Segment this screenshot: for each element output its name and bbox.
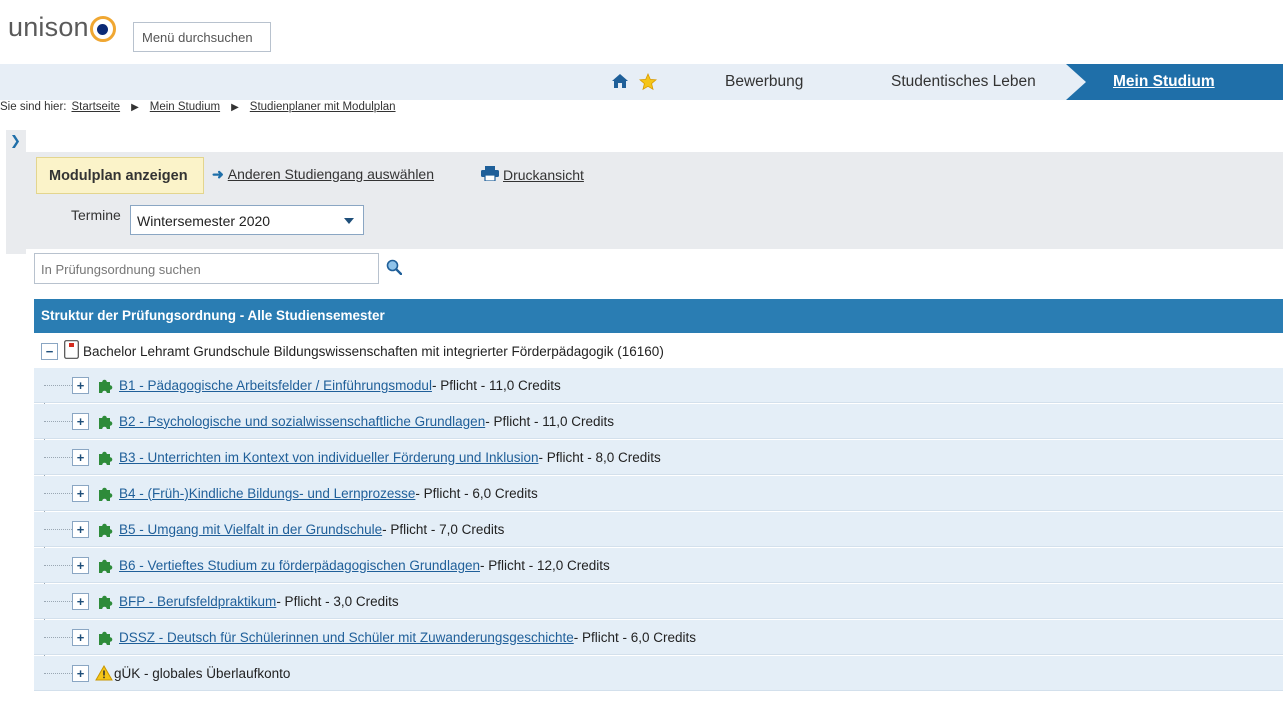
search-icon[interactable] xyxy=(386,259,403,279)
printer-icon xyxy=(481,166,499,184)
expand-icon[interactable]: + xyxy=(72,556,89,574)
expand-icon[interactable]: + xyxy=(72,448,89,466)
tree-row-dssz: + DSSZ - Deutsch für Schülerinnen und Sc… xyxy=(34,620,1283,655)
other-program-label: Anderen Studiengang auswählen xyxy=(227,166,435,182)
module-link-b6[interactable]: B6 - Vertieftes Studium zu förderpädagog… xyxy=(119,558,480,573)
module-link-b3[interactable]: B3 - Unterrichten im Kontext von individ… xyxy=(119,450,538,465)
sidebar-expand-icon[interactable]: ❯ xyxy=(10,134,21,149)
module-link-dssz[interactable]: DSSZ - Deutsch für Schülerinnen und Schü… xyxy=(119,630,574,645)
tree-row-b6: + B6 - Vertieftes Studium zu förderpädag… xyxy=(34,548,1283,583)
unison-logo[interactable]: unison xyxy=(8,12,116,43)
pruefungsordnung-search-input[interactable]: In Prüfungsordnung suchen xyxy=(34,253,379,284)
tree-row-b1: + B1 - Pädagogische Arbeitsfelder / Einf… xyxy=(34,368,1283,403)
tree-row-b2: + B2 - Psychologische und sozialwissensc… xyxy=(34,404,1283,439)
breadcrumb: Sie sind hier: Startseite ▶ Mein Studium… xyxy=(0,101,401,113)
expand-icon[interactable]: + xyxy=(72,520,89,538)
module-detail-b1: - Pflicht - 11,0 Credits xyxy=(431,377,561,393)
tree-root-label: Bachelor Lehramt Grundschule Bildungswis… xyxy=(83,343,664,359)
main-navbar: Bewerbung Studentisches Leben Mein Studi… xyxy=(0,64,1283,100)
nav-item-mein-studium[interactable]: Mein Studium xyxy=(1066,64,1283,100)
star-icon[interactable] xyxy=(639,72,657,95)
module-detail-b5: - Pflicht - 7,0 Credits xyxy=(382,521,505,537)
module-detail-bfp: - Pflicht - 3,0 Credits xyxy=(276,593,399,609)
tree-row-bfp: + BFP - Berufsfeldpraktikum - Pflicht - … xyxy=(34,584,1283,619)
expand-icon[interactable]: + xyxy=(72,412,89,430)
breadcrumb-prefix: Sie sind hier: xyxy=(0,101,67,113)
nav-item-studentisches-leben[interactable]: Studentisches Leben xyxy=(891,73,1036,91)
module-detail-b2: - Pflicht - 11,0 Credits xyxy=(485,413,614,429)
chevron-right-icon: ▶ xyxy=(131,101,139,113)
module-link-bfp[interactable]: BFP - Berufsfeldpraktikum xyxy=(119,594,276,609)
logo-ring-icon xyxy=(89,16,116,42)
module-link-b1[interactable]: B1 - Pädagogische Arbeitsfelder / Einfüh… xyxy=(119,378,432,393)
expand-icon[interactable]: + xyxy=(72,592,89,610)
puzzle-icon xyxy=(97,413,114,430)
breadcrumb-mein-studium[interactable]: Mein Studium xyxy=(150,101,220,113)
termine-selected-value: Wintersemester 2020 xyxy=(137,213,271,229)
tree-row-b4: + B4 - (Früh-)Kindliche Bildungs- und Le… xyxy=(34,476,1283,511)
expand-icon[interactable]: + xyxy=(72,376,89,394)
puzzle-icon xyxy=(97,485,114,502)
tree-row-guek: + gÜK - globales Überlaufkonto xyxy=(34,656,1283,691)
collapse-icon[interactable]: − xyxy=(41,342,58,360)
breadcrumb-startseite[interactable]: Startseite xyxy=(71,101,120,113)
module-detail-b6: - Pflicht - 12,0 Credits xyxy=(479,557,610,573)
expand-icon[interactable]: + xyxy=(72,664,89,682)
tree-header: Struktur der Prüfungsordnung - Alle Stud… xyxy=(34,299,1283,333)
puzzle-icon xyxy=(97,449,114,466)
puzzle-icon xyxy=(97,377,114,394)
nav-item-mein-studium-label: Mein Studium xyxy=(1113,73,1215,90)
nav-item-bewerbung[interactable]: Bewerbung xyxy=(725,73,803,91)
caret-down-icon xyxy=(344,218,354,224)
module-detail-b3: - Pflicht - 8,0 Credits xyxy=(538,449,661,465)
puzzle-icon xyxy=(97,629,114,646)
expand-icon[interactable]: + xyxy=(72,628,89,646)
puzzle-icon xyxy=(97,521,114,538)
module-link-b2[interactable]: B2 - Psychologische und sozialwissenscha… xyxy=(119,414,485,429)
expand-icon[interactable]: + xyxy=(72,484,89,502)
home-icon[interactable] xyxy=(611,73,629,95)
tree-root-row: − Bachelor Lehramt Grundschule Bildungsw… xyxy=(34,334,1283,368)
tree-row-b3: + B3 - Unterrichten im Kontext von indiv… xyxy=(34,440,1283,475)
module-label-guek: gÜK - globales Überlaufkonto xyxy=(114,665,291,681)
breadcrumb-studienplaner[interactable]: Studienplaner mit Modulplan xyxy=(250,101,396,113)
menu-search-input[interactable]: Menü durchsuchen xyxy=(133,22,271,52)
module-link-b4[interactable]: B4 - (Früh-)Kindliche Bildungs- und Lern… xyxy=(119,486,415,501)
chevron-right-icon: ▶ xyxy=(231,101,239,113)
termine-select[interactable]: Wintersemester 2020 xyxy=(130,205,364,235)
puzzle-icon xyxy=(97,557,114,574)
logo-text: unison xyxy=(8,12,89,42)
module-detail-b4: - Pflicht - 6,0 Credits xyxy=(415,485,538,501)
puzzle-icon xyxy=(97,593,114,610)
module-detail-dssz: - Pflicht - 6,0 Credits xyxy=(573,629,697,645)
print-view-link[interactable]: Druckansicht xyxy=(481,166,584,184)
exam-regulation-icon xyxy=(64,340,79,362)
arrow-right-icon: ➜ xyxy=(212,166,224,182)
termine-label: Termine xyxy=(71,207,121,223)
warning-icon xyxy=(95,665,113,681)
show-modulplan-button[interactable]: Modulplan anzeigen xyxy=(36,157,204,194)
print-view-label: Druckansicht xyxy=(503,167,584,183)
module-link-b5[interactable]: B5 - Umgang mit Vielfalt in der Grundsch… xyxy=(119,522,382,537)
tree-row-b5: + B5 - Umgang mit Vielfalt in der Grunds… xyxy=(34,512,1283,547)
other-program-link[interactable]: ➜ Anderen Studiengang auswählen xyxy=(212,166,434,183)
